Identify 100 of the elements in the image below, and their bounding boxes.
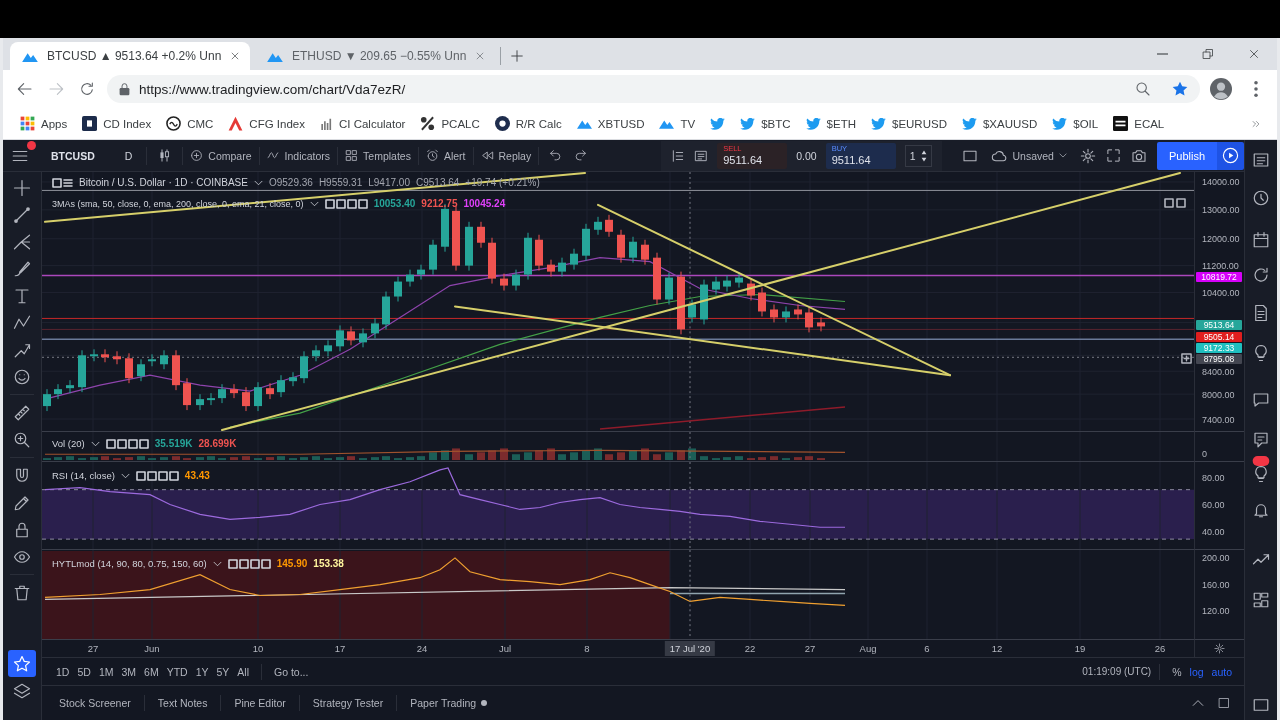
bookmark-item[interactable]: ECAL xyxy=(1113,116,1165,131)
settings-icon[interactable] xyxy=(1214,643,1225,654)
bookmark-item[interactable]: CD Index xyxy=(82,116,152,131)
bird-icon xyxy=(871,117,886,130)
back-arrow-icon[interactable] xyxy=(17,81,33,97)
scale-toggle[interactable]: auto xyxy=(1207,660,1236,683)
list-icon[interactable] xyxy=(1252,151,1270,169)
caret-icon[interactable] xyxy=(212,560,222,567)
search-icon[interactable] xyxy=(1135,81,1151,97)
browser-tab[interactable]: BTCUSD ▲ 9513.64 +0.2% Unn xyxy=(10,42,250,70)
chat-icon[interactable] xyxy=(1252,431,1270,449)
bookmark-item[interactable]: CFG Index xyxy=(228,116,305,131)
undo-icon[interactable] xyxy=(549,149,563,162)
range-button[interactable]: 3M xyxy=(117,660,141,683)
order-list-icon[interactable] xyxy=(694,148,709,163)
bookmark-item[interactable]: $ETH xyxy=(805,117,856,130)
alert-button[interactable]: Alert xyxy=(422,142,469,169)
bookmark-item[interactable]: XBTUSD xyxy=(576,117,645,130)
panel-tab[interactable]: Pine Editor xyxy=(221,692,299,714)
indicators-button[interactable]: Indicators xyxy=(263,142,334,169)
clock-icon[interactable] xyxy=(1252,189,1270,207)
range-button[interactable]: 1M xyxy=(94,660,118,683)
panel-tab[interactable]: Paper Trading xyxy=(397,692,501,714)
settings-icon[interactable] xyxy=(1079,147,1096,164)
address-field[interactable]: https://www.tradingview.com/chart/Vda7ezR/ xyxy=(107,75,1200,103)
indicator-value: 43.43 xyxy=(184,470,210,481)
panel-tab[interactable]: Stock Screener xyxy=(46,692,144,714)
camera-icon[interactable] xyxy=(1130,147,1147,164)
percent-icon xyxy=(420,116,436,131)
calendar-icon[interactable] xyxy=(1252,231,1270,249)
publish-button[interactable]: Publish xyxy=(1156,141,1217,170)
range-button[interactable]: 6M xyxy=(140,660,163,683)
interval-button[interactable]: D xyxy=(124,149,133,162)
quantity-field[interactable]: 1 xyxy=(904,144,933,167)
ring-logo-icon xyxy=(166,116,182,131)
time-label: 19 xyxy=(1074,643,1086,654)
refresh-icon[interactable] xyxy=(1252,266,1270,284)
bookmark-item[interactable]: $OIL xyxy=(1052,117,1099,130)
fullscreen-icon[interactable] xyxy=(1105,148,1121,163)
close-icon[interactable] xyxy=(1248,48,1260,60)
price-label: 0 xyxy=(1202,449,1207,459)
document-icon[interactable] xyxy=(1252,304,1270,322)
range-button[interactable]: 5Y xyxy=(212,660,234,683)
layout-icon[interactable] xyxy=(1252,591,1270,609)
window-icon[interactable] xyxy=(1252,696,1270,714)
templates-button[interactable]: Templates xyxy=(342,142,414,169)
compare-button[interactable]: Compare xyxy=(187,142,255,169)
bookmark-item[interactable]: $XAUUSD xyxy=(961,117,1038,130)
pitchfork-icon xyxy=(13,232,31,251)
price-label: 10400.00 xyxy=(1202,288,1240,298)
lightbulb-icon[interactable] xyxy=(1252,465,1270,483)
bird-icon xyxy=(1052,117,1068,130)
bookmark-item[interactable] xyxy=(710,117,726,130)
caret-icon[interactable] xyxy=(90,440,100,447)
panel-tab[interactable]: Strategy Tester xyxy=(299,692,397,714)
lock-icon xyxy=(119,82,130,96)
goto-button[interactable]: Go to... xyxy=(270,660,313,683)
bell-icon[interactable] xyxy=(1252,501,1270,519)
chat-icon[interactable] xyxy=(1252,391,1270,409)
legend-controls-icon[interactable] xyxy=(227,557,271,570)
layout-button[interactable]: Unsaved xyxy=(988,142,1070,169)
panel-tab[interactable]: Text Notes xyxy=(144,692,221,714)
close-icon[interactable] xyxy=(230,51,241,61)
chevron-up-icon[interactable] xyxy=(1192,699,1204,707)
restore-icon[interactable] xyxy=(1202,48,1214,60)
price-label: 12000.00 xyxy=(1202,234,1240,244)
redo-icon[interactable] xyxy=(574,149,588,162)
maximize-icon[interactable] xyxy=(1218,697,1230,709)
scale-toggle[interactable]: log xyxy=(1185,660,1208,683)
avatar-icon[interactable] xyxy=(1210,78,1232,100)
replay-button[interactable]: Replay xyxy=(477,142,535,169)
range-button[interactable]: 1D xyxy=(52,660,74,683)
range-button[interactable]: All xyxy=(233,660,253,683)
legend-controls-icon[interactable] xyxy=(105,437,149,450)
caret-icon[interactable] xyxy=(120,472,130,479)
legend-controls-icon[interactable] xyxy=(135,469,179,482)
scale-toggle[interactable]: % xyxy=(1168,660,1186,683)
range-button[interactable]: YTD xyxy=(162,660,192,683)
browser-tab[interactable]: ETHUSD ▼ 209.65 −0.55% Unn xyxy=(255,42,495,70)
more-icon[interactable] xyxy=(1254,81,1258,97)
range-button[interactable]: 1Y xyxy=(191,660,213,683)
bookmark-item[interactable]: PCALC xyxy=(420,116,480,131)
symbol-name[interactable]: BTCUSD xyxy=(51,149,95,162)
play-button[interactable] xyxy=(1217,141,1244,170)
notification-badge-icon xyxy=(1252,456,1270,466)
lightbulb-icon[interactable] xyxy=(1252,344,1270,362)
star-icon[interactable] xyxy=(1172,81,1188,97)
indicator-value: 28.699K xyxy=(198,438,237,449)
bookmark-item[interactable]: Apps xyxy=(20,116,68,131)
bookmark-item[interactable]: $BTC xyxy=(740,117,791,130)
reload-icon[interactable] xyxy=(79,81,95,97)
bookmark-item[interactable]: TV xyxy=(659,117,696,130)
panel-icon[interactable] xyxy=(671,148,686,163)
range-button[interactable]: 5D xyxy=(73,660,95,683)
bookmark-item[interactable]: CMC xyxy=(166,116,214,131)
drawing-tool-button[interactable] xyxy=(8,650,36,677)
bookmark-item[interactable]: $EURUSD xyxy=(871,117,947,130)
bookmark-item[interactable]: CI Calculator xyxy=(319,117,406,130)
brush-icon xyxy=(13,259,31,278)
bookmark-item[interactable]: R/R Calc xyxy=(494,116,562,131)
